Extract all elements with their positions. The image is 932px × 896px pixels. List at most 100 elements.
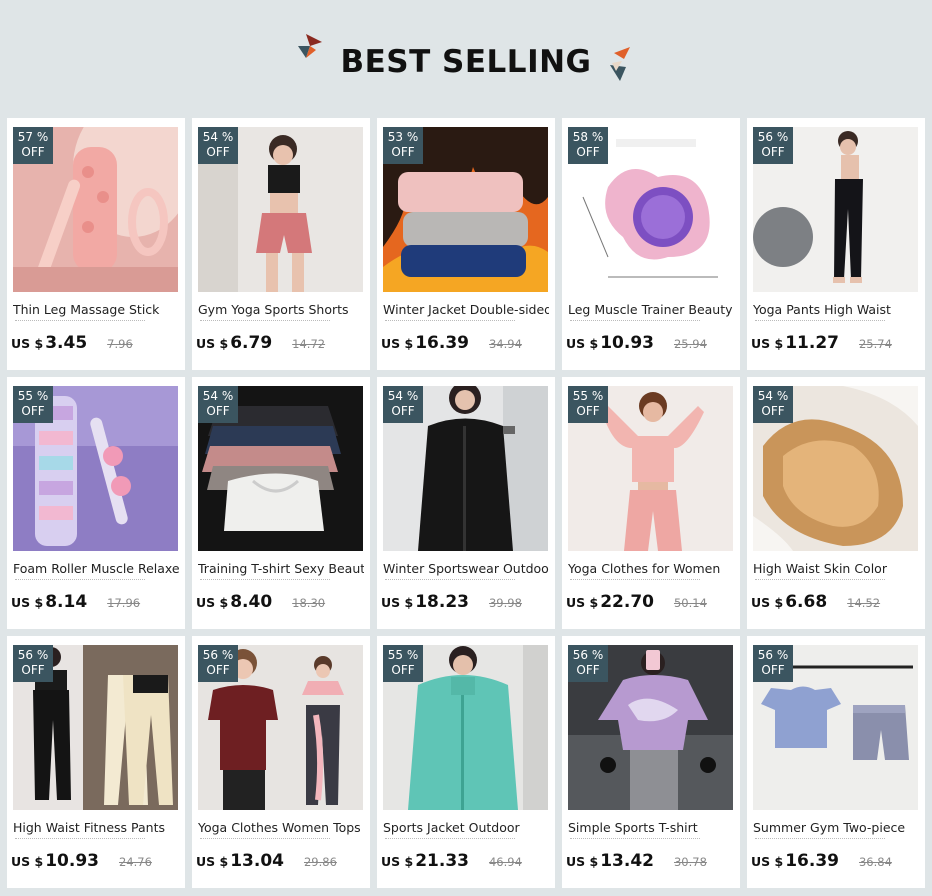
product-name-truncation	[15, 320, 145, 324]
price-row: US $16.39 36.84	[751, 851, 921, 875]
product-name-truncation	[755, 320, 885, 324]
discount-off-label: OFF	[391, 145, 415, 159]
price-row: US $8.40 18.30	[196, 592, 366, 616]
discount-off-label: OFF	[391, 663, 415, 677]
product-name-truncation	[200, 838, 330, 842]
product-name-truncation	[385, 579, 515, 583]
price-row: US $11.27 25.74	[751, 333, 921, 357]
product-card[interactable]: 58 % OFF Leg Muscle Trainer Beauty US $1…	[562, 118, 740, 370]
product-name[interactable]: Training T-shirt Sexy Beauty	[198, 561, 364, 577]
discount-off-label: OFF	[576, 663, 600, 677]
product-name-truncation	[755, 579, 885, 583]
currency-label: US $	[196, 854, 229, 869]
discount-percent: 56 %	[757, 648, 789, 662]
product-card[interactable]: 53 % OFF Winter Jacket Double-sided US $…	[377, 118, 555, 370]
discount-percent: 54 %	[387, 389, 419, 403]
discount-off-label: OFF	[391, 404, 415, 418]
discount-off-label: OFF	[206, 663, 230, 677]
discount-off-label: OFF	[21, 663, 45, 677]
product-name[interactable]: High Waist Fitness Pants	[13, 820, 179, 836]
discount-badge: 58 % OFF	[568, 127, 608, 164]
product-card[interactable]: 56 % OFF Simple Sports T-shirt US $13.42…	[562, 636, 740, 888]
discount-percent: 56 %	[572, 648, 604, 662]
price-row: US $10.93 24.76	[11, 851, 181, 875]
product-name[interactable]: Yoga Pants High Waist	[753, 302, 919, 318]
currency-label: US $	[196, 336, 229, 351]
product-card[interactable]: 54 % OFF Winter Sportswear Outdoor US $1…	[377, 377, 555, 629]
product-card[interactable]: 55 % OFF Sports Jacket Outdoor US $21.33…	[377, 636, 555, 888]
product-card[interactable]: 55 % OFF Foam Roller Muscle Relaxer US $…	[7, 377, 185, 629]
product-name[interactable]: Thin Leg Massage Stick	[13, 302, 179, 318]
product-name-truncation	[15, 579, 145, 583]
currency-label: US $	[751, 336, 784, 351]
discount-percent: 57 %	[17, 130, 49, 144]
discount-off-label: OFF	[576, 145, 600, 159]
currency-label: US $	[196, 595, 229, 610]
product-card[interactable]: 56 % OFF High Waist Fitness Pants US $10…	[7, 636, 185, 888]
product-card[interactable]: 57 % OFF Thin Leg Massage Stick US $3.45…	[7, 118, 185, 370]
product-name[interactable]: High Waist Skin Color	[753, 561, 919, 577]
discount-off-label: OFF	[206, 404, 230, 418]
discount-badge: 54 % OFF	[198, 127, 238, 164]
discount-percent: 53 %	[387, 130, 419, 144]
discount-badge: 55 % OFF	[13, 386, 53, 423]
product-name-truncation	[570, 579, 700, 583]
product-card[interactable]: 56 % OFF Summer Gym Two-piece US $16.39 3…	[747, 636, 925, 888]
discount-off-label: OFF	[576, 404, 600, 418]
price-row: US $13.04 29.86	[196, 851, 366, 875]
original-price: 50.14	[673, 596, 707, 610]
discount-badge: 56 % OFF	[753, 645, 793, 682]
discount-badge: 54 % OFF	[198, 386, 238, 423]
product-grid: 57 % OFF Thin Leg Massage Stick US $3.45…	[7, 118, 925, 888]
discount-percent: 58 %	[572, 130, 604, 144]
product-name[interactable]: Sports Jacket Outdoor	[383, 820, 549, 836]
currency-label: US $	[11, 336, 44, 351]
discount-percent: 56 %	[202, 648, 234, 662]
discount-off-label: OFF	[21, 145, 45, 159]
sale-price: 22.70	[600, 592, 654, 612]
product-name[interactable]: Leg Muscle Trainer Beauty	[568, 302, 734, 318]
product-name-truncation	[570, 320, 700, 324]
product-name[interactable]: Summer Gym Two-piece	[753, 820, 919, 836]
discount-percent: 55 %	[17, 389, 49, 403]
original-price: 17.96	[107, 596, 141, 610]
product-card[interactable]: 56 % OFF Yoga Clothes Women Tops US $13.…	[192, 636, 370, 888]
discount-off-label: OFF	[206, 145, 230, 159]
original-price: 25.94	[673, 337, 707, 351]
sale-price: 10.93	[45, 851, 99, 871]
product-name[interactable]: Simple Sports T-shirt	[568, 820, 734, 836]
product-name-truncation	[200, 320, 330, 324]
price-row: US $18.23 39.98	[381, 592, 551, 616]
original-price: 30.78	[673, 855, 707, 869]
discount-badge: 56 % OFF	[568, 645, 608, 682]
product-card[interactable]: 54 % OFF High Waist Skin Color US $6.68 1…	[747, 377, 925, 629]
price-row: US $16.39 34.94	[381, 333, 551, 357]
product-name[interactable]: Foam Roller Muscle Relaxer	[13, 561, 179, 577]
discount-off-label: OFF	[761, 663, 785, 677]
product-card[interactable]: 56 % OFF Yoga Pants High Waist US $11.27…	[747, 118, 925, 370]
product-name-truncation	[385, 838, 515, 842]
sale-price: 21.33	[415, 851, 469, 871]
currency-label: US $	[751, 854, 784, 869]
product-name[interactable]: Yoga Clothes Women Tops	[198, 820, 364, 836]
currency-label: US $	[381, 336, 414, 351]
page: BEST SELLING 57 % OFF Thin Leg Massage S…	[0, 0, 932, 896]
price-row: US $6.68 14.52	[751, 592, 921, 616]
product-card[interactable]: 55 % OFF Yoga Clothes for Women US $22.7…	[562, 377, 740, 629]
sale-price: 13.04	[230, 851, 284, 871]
original-price: 14.52	[847, 596, 881, 610]
sale-price: 18.23	[415, 592, 469, 612]
discount-percent: 56 %	[757, 130, 789, 144]
product-name[interactable]: Gym Yoga Sports Shorts	[198, 302, 364, 318]
currency-label: US $	[381, 854, 414, 869]
product-card[interactable]: 54 % OFF Training T-shirt Sexy Beauty US…	[192, 377, 370, 629]
original-price: 36.84	[858, 855, 892, 869]
page-title: BEST SELLING	[340, 44, 592, 80]
discount-badge: 56 % OFF	[13, 645, 53, 682]
original-price: 34.94	[488, 337, 522, 351]
product-name[interactable]: Yoga Clothes for Women	[568, 561, 734, 577]
product-name[interactable]: Winter Jacket Double-sided	[383, 302, 549, 318]
product-card[interactable]: 54 % OFF Gym Yoga Sports Shorts US $6.79…	[192, 118, 370, 370]
product-name[interactable]: Winter Sportswear Outdoor	[383, 561, 549, 577]
discount-badge: 56 % OFF	[198, 645, 238, 682]
